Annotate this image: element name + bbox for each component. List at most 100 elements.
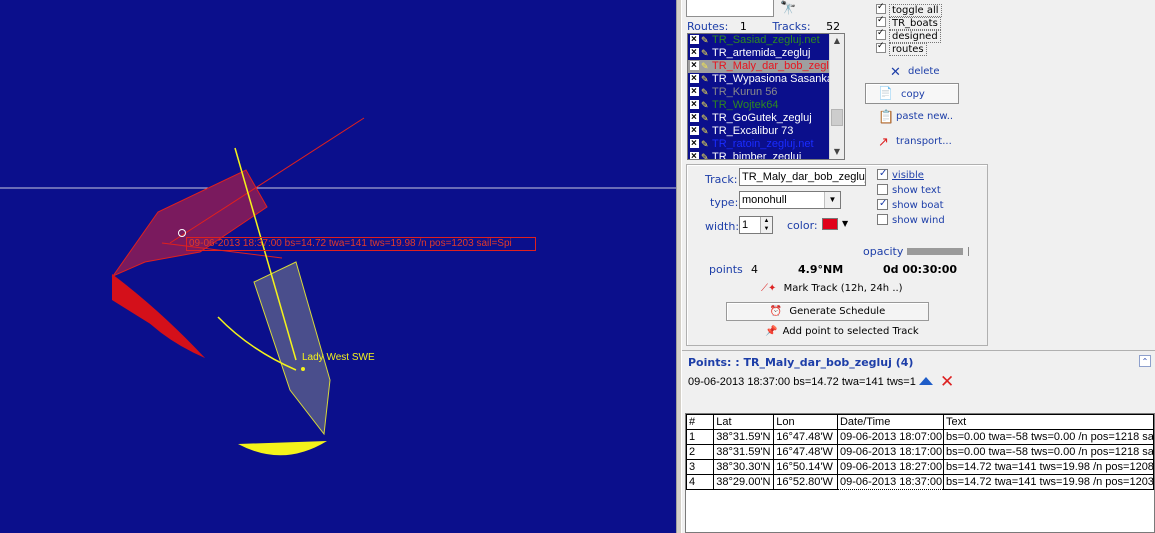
table-cell[interactable]: bs=14.72 twa=141 tws=19.98 /n pos=1203 [942, 474, 1154, 490]
add-point-button[interactable]: 📌 Add point to selected Track [765, 326, 919, 337]
show-wind-checkbox[interactable]: show wind [877, 214, 945, 226]
delete-button[interactable]: ✕ delete [890, 65, 940, 80]
col-index[interactable]: # [686, 414, 715, 430]
track-list-item[interactable]: ✎TR_GoGutek_zegluj [688, 112, 829, 125]
track-list-item[interactable]: ✎TR_artemida_zegluj [688, 47, 829, 60]
paste-new-button[interactable]: 📋 paste new.. [878, 110, 953, 125]
chevron-down-icon[interactable]: ▼ [824, 192, 840, 208]
visible-checkbox[interactable]: visible [877, 168, 924, 181]
table-cell[interactable]: 38°29.00'N [713, 474, 775, 490]
track-list[interactable]: ✎TR_Sasiad_zegluj.net✎TR_artemida_zegluj… [687, 33, 845, 160]
table-cell[interactable]: 16°47.48'W [773, 444, 838, 460]
toggle-designed-checkbox[interactable]: designed [876, 28, 941, 43]
pencil-icon[interactable]: ✎ [701, 86, 711, 99]
color-dropdown-icon[interactable]: ▼ [842, 219, 848, 228]
toggle-routes-checkbox[interactable]: routes [876, 41, 927, 56]
generate-schedule-button[interactable]: ⏰ Generate Schedule [726, 302, 929, 321]
table-row[interactable]: 3 38°30.30'N 16°50.14'W 09-06-2013 18:27:00… [686, 459, 1154, 475]
map-canvas[interactable]: 09-06-2013 18:37:00 bs=14.72 twa=141 tws… [0, 0, 676, 533]
track-checkbox-icon[interactable] [690, 86, 699, 98]
table-cell[interactable]: 16°47.48'W [773, 429, 838, 445]
delete-point-icon[interactable]: ✕ [940, 372, 954, 392]
track-list-item[interactable]: ✎TR_bimber_zegluj [688, 151, 829, 159]
type-label: type: [710, 196, 739, 209]
table-cell[interactable]: 3 [686, 459, 715, 475]
table-cell[interactable]: 16°52.80'W [773, 474, 838, 490]
stepper-arrows-icon[interactable]: ▲ ▼ [760, 217, 772, 233]
track-checkbox-icon[interactable] [690, 99, 699, 111]
pencil-icon[interactable]: ✎ [701, 99, 711, 112]
track-checkbox-icon[interactable] [690, 112, 699, 124]
table-cell[interactable]: 2 [686, 444, 715, 460]
mark-track-button[interactable]: ⟋✦ Mark Track (12h, 24h ..) [761, 283, 903, 294]
paste-icon: 📋 [878, 110, 895, 125]
track-checkbox-icon[interactable] [690, 151, 699, 159]
point-edit-value[interactable]: 09-06-2013 18:37:00 bs=14.72 twa=141 tws… [688, 376, 916, 388]
pencil-icon[interactable]: ✎ [701, 112, 711, 125]
track-list-item[interactable]: ✎TR_Wypasiona Sasanka [688, 73, 829, 86]
table-row[interactable]: 4 38°29.00'N 16°52.80'W 09-06-2013 18:37:00… [686, 474, 1154, 490]
pencil-icon[interactable]: ✎ [701, 138, 711, 151]
pencil-icon[interactable]: ✎ [701, 151, 711, 159]
track-list-item[interactable]: ✎TR_Kurun 56 [688, 86, 829, 99]
track-name: TR_ratoin_zegluj.net [712, 138, 814, 150]
pencil-icon[interactable]: ✎ [701, 60, 711, 73]
table-cell[interactable]: bs=14.72 twa=141 tws=19.98 /n pos=1208 [942, 459, 1154, 475]
table-cell[interactable]: bs=0.00 twa=-58 tws=0.00 /n pos=1218 sai… [942, 429, 1154, 445]
red-boat-hull[interactable] [111, 169, 268, 278]
table-cell[interactable]: 4 [686, 474, 715, 490]
show-text-checkbox[interactable]: show text [877, 184, 941, 196]
table-cell[interactable]: 38°31.59'N [713, 429, 775, 445]
table-row[interactable]: 1 38°31.59'N 16°47.48'W 09-06-2013 18:07:00… [686, 429, 1154, 445]
scroll-thumb[interactable] [831, 109, 843, 126]
table-cell[interactable]: 09-06-2013 18:27:00 [836, 459, 944, 475]
table-cell[interactable]: 38°30.30'N [713, 459, 775, 475]
checkbox-icon [876, 2, 886, 14]
track-checkbox-icon[interactable] [690, 73, 699, 85]
table-cell[interactable]: 38°31.59'N [713, 444, 775, 460]
table-cell[interactable]: 16°50.14'W [773, 459, 838, 475]
track-list-item[interactable]: ✎TR_ratoin_zegluj.net [688, 138, 829, 151]
points-table[interactable]: # Lat Lon Date/Time Text 1 38°31.59'N 16°4… [685, 413, 1155, 533]
col-lon[interactable]: Lon [773, 414, 838, 430]
search-input[interactable] [686, 0, 774, 17]
track-checkbox-icon[interactable] [690, 60, 699, 72]
binoculars-icon[interactable]: 🔭 [780, 1, 796, 16]
track-list-item[interactable]: ✎TR_Sasiad_zegluj.net [688, 34, 829, 47]
col-text[interactable]: Text [942, 414, 1154, 430]
toggle-tr-boats-checkbox[interactable]: TR_boats [876, 15, 941, 30]
table-cell[interactable]: 09-06-2013 18:17:00 [836, 444, 944, 460]
track-checkbox-icon[interactable] [690, 34, 699, 46]
opacity-slider[interactable] [907, 248, 963, 255]
width-stepper[interactable]: 1 ▲ ▼ [739, 216, 773, 234]
copy-button[interactable]: 📄 copy [865, 83, 959, 104]
color-swatch[interactable] [822, 218, 838, 230]
track-list-item[interactable]: ✎TR_Wojtek64 [688, 99, 829, 112]
track-list-item[interactable]: ✎TR_Excalibur 73 [688, 125, 829, 138]
pencil-icon[interactable]: ✎ [701, 47, 711, 60]
transport-button[interactable]: ↗ transport... [878, 135, 952, 150]
col-lat[interactable]: Lat [713, 414, 775, 430]
track-checkbox-icon[interactable] [690, 47, 699, 59]
table-cell[interactable]: 09-06-2013 18:07:00 [836, 429, 944, 445]
table-cell[interactable]: bs=0.00 twa=-58 tws=0.00 /n pos=1218 sai… [942, 444, 1154, 460]
table-cell[interactable]: 1 [686, 429, 715, 445]
col-datetime[interactable]: Date/Time [836, 414, 944, 430]
track-name-input[interactable]: TR_Maly_dar_bob_zegluj [739, 168, 866, 186]
pencil-icon[interactable]: ✎ [701, 34, 711, 47]
track-list-scrollbar[interactable]: ▲ ▼ [829, 34, 844, 159]
type-select[interactable]: monohull ▼ [739, 191, 841, 209]
track-list-item[interactable]: ✎TR_Maly_dar_bob_zegluj [688, 60, 829, 73]
move-up-icon[interactable] [919, 377, 933, 385]
table-row[interactable]: 2 38°31.59'N 16°47.48'W 09-06-2013 18:17:00… [686, 444, 1154, 460]
track-checkbox-icon[interactable] [690, 125, 699, 137]
pencil-icon[interactable]: ✎ [701, 125, 711, 138]
collapse-icon[interactable]: ⌃ [1139, 355, 1151, 367]
show-boat-checkbox[interactable]: show boat [877, 198, 944, 211]
toggle-all-checkbox[interactable]: toggle all [876, 2, 942, 17]
table-cell[interactable]: 09-06-2013 18:37:00 [836, 474, 944, 490]
scroll-down-icon[interactable]: ▼ [830, 145, 844, 159]
pencil-icon[interactable]: ✎ [701, 73, 711, 86]
scroll-up-icon[interactable]: ▲ [830, 34, 844, 48]
track-checkbox-icon[interactable] [690, 138, 699, 150]
